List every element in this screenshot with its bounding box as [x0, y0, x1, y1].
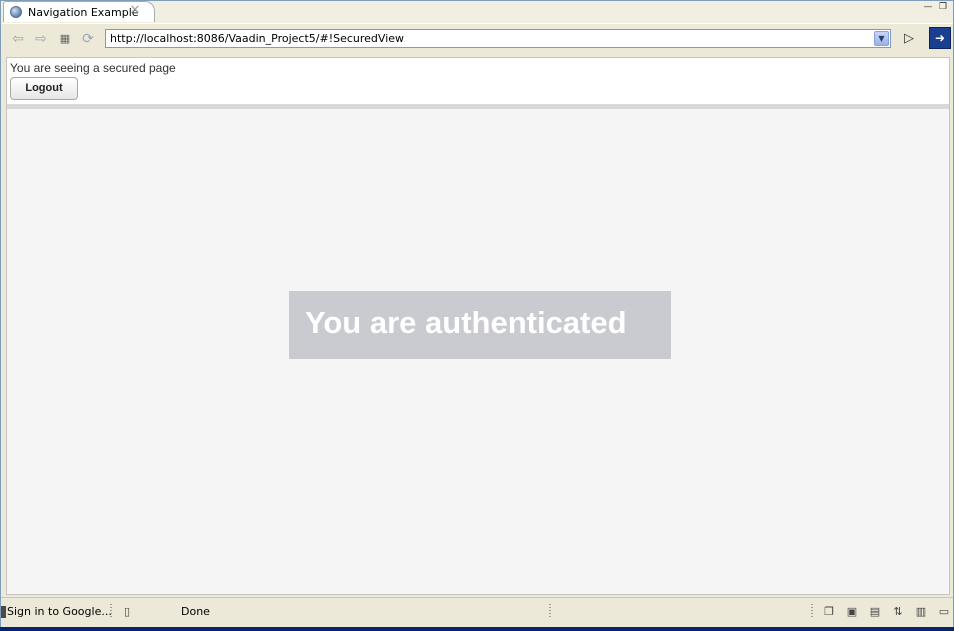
go-icon[interactable]: ▷	[901, 31, 917, 47]
browser-window: Navigation Example ✕ — ❐ ⇦ ⇨ ▦ ⟳ http://…	[0, 0, 954, 631]
url-text: http://localhost:8086/Vaadin_Project5/#!…	[110, 32, 405, 45]
forward-icon[interactable]: ⇨	[32, 30, 50, 48]
external-browser-icon[interactable]: ➜	[929, 27, 951, 49]
logout-button[interactable]: Logout	[10, 77, 78, 100]
secure-message: You are seeing a secured page	[10, 61, 176, 75]
restore-view-icon[interactable]: ❐	[822, 605, 836, 619]
tab-navigation-example[interactable]: Navigation Example ✕	[3, 1, 155, 22]
person-icon[interactable]: ▣	[845, 605, 859, 619]
stop-icon[interactable]: ▦	[56, 30, 74, 48]
page-header: You are seeing a secured page Logout	[7, 58, 949, 109]
hierarchy-icon[interactable]: ⇅	[891, 605, 905, 619]
refresh-icon[interactable]: ⟳	[79, 30, 97, 48]
window-icon[interactable]: ▭	[937, 605, 951, 619]
book-icon[interactable]: ▥	[914, 605, 928, 619]
restore-icon[interactable]: ❐	[937, 2, 949, 12]
auth-panel: You are authenticated	[289, 291, 671, 359]
separator	[811, 604, 813, 618]
bottom-edge	[0, 627, 954, 631]
url-input[interactable]: http://localhost:8086/Vaadin_Project5/#!…	[105, 29, 891, 48]
close-tab-icon[interactable]: ✕	[128, 4, 142, 18]
page-content: You are seeing a secured page Logout You…	[6, 57, 950, 595]
device-icon[interactable]: ▯	[120, 605, 134, 619]
google-icon	[1, 606, 6, 618]
status-text: Done	[181, 605, 210, 618]
minimize-icon[interactable]: —	[922, 2, 934, 12]
separator	[549, 604, 551, 618]
back-icon[interactable]: ⇦	[9, 30, 27, 48]
google-signin-link[interactable]: Sign in to Google...	[7, 605, 112, 618]
tab-bar: Navigation Example ✕ — ❐	[1, 1, 953, 24]
status-bar: Sign in to Google... ▯ Done ❐ ▣ ▤ ⇅ ▥ ▭	[1, 597, 953, 628]
browser-toolbar: ⇦ ⇨ ▦ ⟳ http://localhost:8086/Vaadin_Pro…	[6, 25, 951, 53]
console-icon[interactable]: ▤	[868, 605, 882, 619]
tab-title: Navigation Example	[28, 6, 139, 19]
separator	[110, 604, 112, 618]
auth-message: You are authenticated	[305, 305, 627, 340]
chevron-down-icon[interactable]: ▼	[874, 31, 889, 46]
globe-icon	[10, 6, 22, 18]
